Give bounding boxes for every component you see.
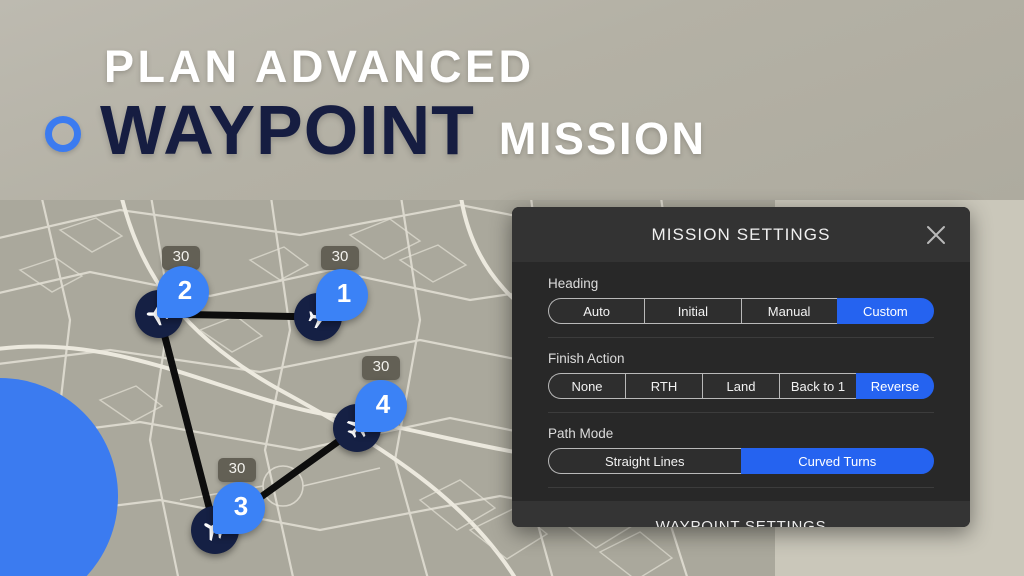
waypoint-number-pin[interactable]: 4 <box>355 380 407 432</box>
segment-heading-manual[interactable]: Manual <box>740 298 837 324</box>
waypoint-number-label: 1 <box>336 278 352 308</box>
hero-title: WAYPOINT MISSION <box>100 95 706 165</box>
circle-outline-icon <box>45 116 81 152</box>
setting-field-path-mode: Path Mode Straight Lines Curved Turns <box>548 426 934 488</box>
setting-label-heading: Heading <box>548 276 599 291</box>
close-icon[interactable] <box>922 221 950 249</box>
waypoint-altitude-badge: 30 <box>362 356 400 380</box>
waypoint-number-pin[interactable]: 1 <box>316 269 368 321</box>
waypoint-settings-button[interactable]: WAYPOINT SETTINGS <box>512 501 970 527</box>
segment-path-mode-straight-lines[interactable]: Straight Lines <box>548 448 741 474</box>
panel-title: MISSION SETTINGS <box>651 224 831 244</box>
segment-finish-action-rth[interactable]: RTH <box>625 373 702 399</box>
waypoint-number-label: 2 <box>177 275 193 305</box>
segment-heading-custom[interactable]: Custom <box>836 298 934 324</box>
segment-finish-action-none[interactable]: None <box>548 373 625 399</box>
setting-label-path-mode: Path Mode <box>548 426 614 441</box>
waypoint-number-pin[interactable]: 2 <box>157 266 209 318</box>
segmented-control-finish-action: None RTH Land Back to 1 Reverse <box>548 373 934 399</box>
waypoint-altitude-badge: 30 <box>321 246 359 270</box>
segment-heading-initial[interactable]: Initial <box>644 298 741 324</box>
segment-path-mode-curved-turns[interactable]: Curved Turns <box>740 448 934 474</box>
content-stage: 30 1 30 2 30 3 30 4 MISSION SETTINGS Headin… <box>0 200 1024 576</box>
panel-body: Heading Auto Initial Manual Custom Finish Act… <box>512 262 970 501</box>
segment-finish-action-back-to-1[interactable]: Back to 1 <box>779 373 856 399</box>
waypoint-settings-label: WAYPOINT SETTINGS <box>655 517 827 528</box>
segment-heading-auto[interactable]: Auto <box>548 298 645 324</box>
panel-header: MISSION SETTINGS <box>512 207 970 262</box>
segment-finish-action-land[interactable]: Land <box>702 373 779 399</box>
mission-settings-panel: MISSION SETTINGS Heading Auto Initial Manua… <box>512 207 970 527</box>
segment-finish-action-reverse[interactable]: Reverse <box>856 373 934 399</box>
setting-field-heading: Heading Auto Initial Manual Custom <box>548 276 934 338</box>
waypoint-number-label: 4 <box>375 389 391 419</box>
setting-label-finish-action: Finish Action <box>548 351 625 366</box>
hero-title-secondary: MISSION <box>498 113 707 164</box>
waypoint-altitude-badge: 30 <box>218 458 256 482</box>
setting-field-finish-action: Finish Action None RTH Land Back to 1 Reverse <box>548 351 934 413</box>
waypoint-number-pin[interactable]: 3 <box>213 482 265 534</box>
segmented-control-heading: Auto Initial Manual Custom <box>548 298 934 324</box>
hero-subtitle: PLAN ADVANCED <box>104 41 535 92</box>
hero-title-primary: WAYPOINT <box>100 91 475 169</box>
segmented-control-path-mode: Straight Lines Curved Turns <box>548 448 934 474</box>
waypoint-number-label: 3 <box>233 491 249 521</box>
hero-banner: PLAN ADVANCED WAYPOINT MISSION <box>0 0 1024 200</box>
